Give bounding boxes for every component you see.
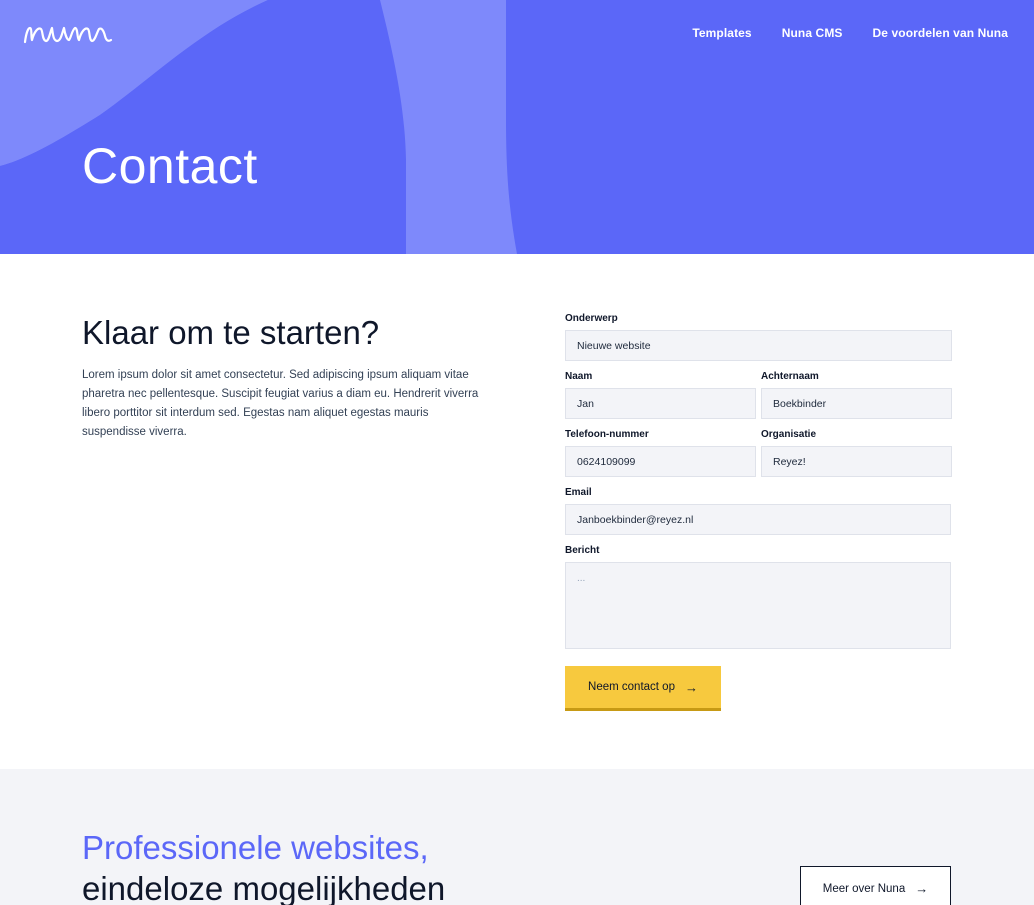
nuna-logo[interactable] bbox=[22, 18, 114, 48]
first-name-label: Naam bbox=[565, 371, 593, 382]
cta-section: Professionele websites, eindeloze mogeli… bbox=[0, 769, 1034, 905]
more-about-nuna-label: Meer over Nuna bbox=[822, 882, 906, 895]
arrow-right-icon: → bbox=[915, 881, 929, 896]
phone-input[interactable]: 0624109099 bbox=[565, 446, 756, 477]
intro-heading: Klaar om te starten? bbox=[82, 314, 380, 351]
nav-item-voordelen[interactable]: De voordelen van Nuna bbox=[873, 26, 1008, 40]
submit-label: Neem contact op bbox=[588, 681, 675, 693]
nav-item-templates[interactable]: Templates bbox=[692, 26, 751, 40]
subject-input[interactable]: Nieuwe website bbox=[565, 330, 952, 361]
phone-label: Telefoon-nummer bbox=[565, 429, 649, 440]
cta-heading-line-1: Professionele websites, bbox=[82, 829, 429, 866]
message-label: Bericht bbox=[565, 545, 600, 556]
organisation-input[interactable]: Reyez! bbox=[761, 446, 952, 477]
message-textarea[interactable]: ... bbox=[565, 562, 951, 649]
submit-button[interactable]: Neem contact op → bbox=[565, 666, 721, 711]
more-about-nuna-button[interactable]: Meer over Nuna → bbox=[800, 866, 951, 905]
intro-text: Lorem ipsum dolor sit amet consectetur. … bbox=[82, 369, 479, 438]
email-label: Email bbox=[565, 487, 592, 498]
cta-heading-line-2: eindeloze mogelijkheden bbox=[82, 870, 446, 905]
subject-label: Onderwerp bbox=[565, 313, 618, 324]
nav-item-nuna-cms[interactable]: Nuna CMS bbox=[782, 26, 843, 40]
email-input[interactable]: Janboekbinder@reyez.nl bbox=[565, 504, 951, 535]
last-name-label: Achternaam bbox=[761, 371, 819, 382]
hero: Templates Nuna CMS De voordelen van Nuna… bbox=[0, 0, 1034, 254]
last-name-input[interactable]: Boekbinder bbox=[761, 388, 952, 419]
first-name-input[interactable]: Jan bbox=[565, 388, 756, 419]
page-title: Contact bbox=[82, 138, 258, 194]
organisation-label: Organisatie bbox=[761, 429, 817, 440]
main-nav: Templates Nuna CMS De voordelen van Nuna bbox=[692, 26, 1008, 40]
arrow-right-icon: → bbox=[684, 679, 698, 695]
